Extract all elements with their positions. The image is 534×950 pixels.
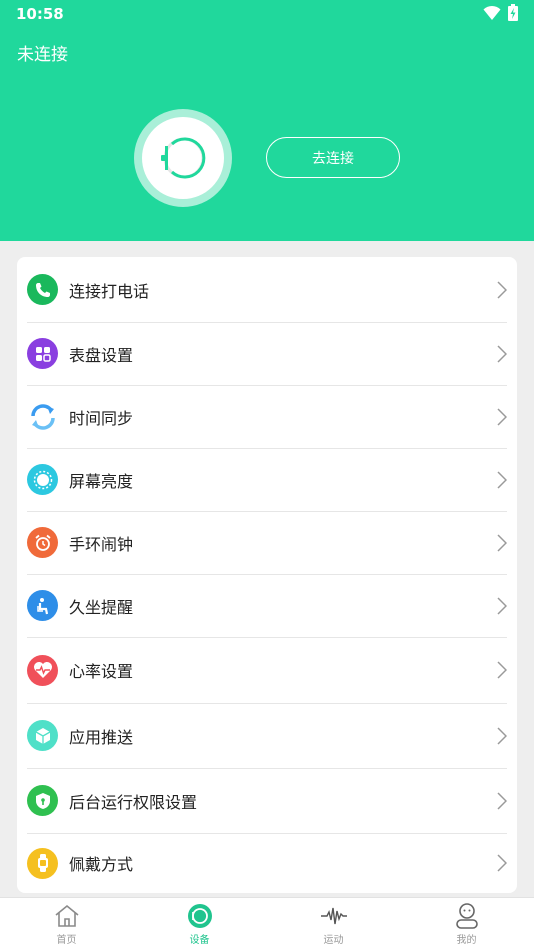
watch-icon [187,903,213,929]
battery-icon [508,4,518,21]
menu-label: 心率设置 [69,662,134,681]
menu-label: 屏幕亮度 [69,471,134,491]
menu-label: 后台运行权限设置 [69,792,198,812]
wifi-icon [483,5,501,20]
chevron-right-icon [497,533,507,552]
chevron-right-icon [497,596,507,615]
nav-device[interactable]: 设备 [133,898,266,950]
nav-device-label: 设备 [189,935,210,946]
nav-home[interactable]: 首页 [0,898,133,950]
shield-icon [27,785,58,816]
menu-label: 佩戴方式 [69,855,134,874]
sync-icon [27,401,58,432]
menu-item-app-push[interactable]: 应用推送 [17,703,517,768]
brightness-icon [27,464,58,495]
chevron-right-icon [497,661,507,679]
menu-item-call[interactable]: 连接打电话 [17,257,517,322]
chevron-right-icon [497,280,507,299]
activity-wave-icon [320,903,348,929]
watch-icon [161,137,206,179]
menu-item-time-sync[interactable]: 时间同步 [17,385,517,448]
status-bar: 10:58 [0,0,534,28]
bottom-nav: 首页 设备 运动 我的 [0,897,534,950]
menu-item-alarm[interactable]: 手环闹钟 [17,511,517,574]
menu-item-heart-rate[interactable]: 心率设置 [17,637,517,703]
nav-home-label: 首页 [56,935,77,946]
phone-icon [27,274,58,305]
sedentary-icon [27,590,58,621]
chevron-right-icon [497,344,507,363]
menu-label: 表盘设置 [69,345,134,365]
menu-item-dial[interactable]: 表盘设置 [17,322,517,385]
chevron-right-icon [497,407,507,426]
menu-item-background-permission[interactable]: 后台运行权限设置 [17,768,517,833]
nav-mine[interactable]: 我的 [400,898,533,950]
watch-avatar [134,109,232,207]
profile-icon [455,903,479,929]
settings-card: 连接打电话 表盘设置 时间同步 屏幕亮度 手环闹钟 久坐提醒 心率设置 应用推送… [17,257,517,893]
nav-mine-label: 我的 [456,935,477,946]
app-push-icon [27,720,58,751]
chevron-right-icon [497,726,507,745]
menu-label: 应用推送 [69,727,134,747]
menu-item-wear-mode[interactable]: 佩戴方式 [17,833,517,893]
heart-rate-icon [27,654,58,686]
menu-item-sedentary[interactable]: 久坐提醒 [17,574,517,637]
menu-label: 连接打电话 [69,281,150,301]
status-time: 10:58 [16,5,64,23]
dial-icon [27,338,58,369]
chevron-right-icon [497,791,507,810]
chevron-right-icon [497,470,507,489]
menu-label: 久坐提醒 [69,597,134,617]
chevron-right-icon [497,854,507,872]
nav-sport[interactable]: 运动 [267,898,400,950]
menu-label: 手环闹钟 [69,534,134,554]
header: 10:58 未连接 去连接 [0,0,534,241]
wear-icon [27,847,58,879]
nav-sport-label: 运动 [323,935,344,946]
home-icon [54,903,80,929]
menu-item-brightness[interactable]: 屏幕亮度 [17,448,517,511]
menu-label: 时间同步 [69,408,134,428]
connect-button[interactable]: 去连接 [266,137,400,178]
alarm-icon [27,527,58,558]
connection-status: 未连接 [17,45,68,65]
